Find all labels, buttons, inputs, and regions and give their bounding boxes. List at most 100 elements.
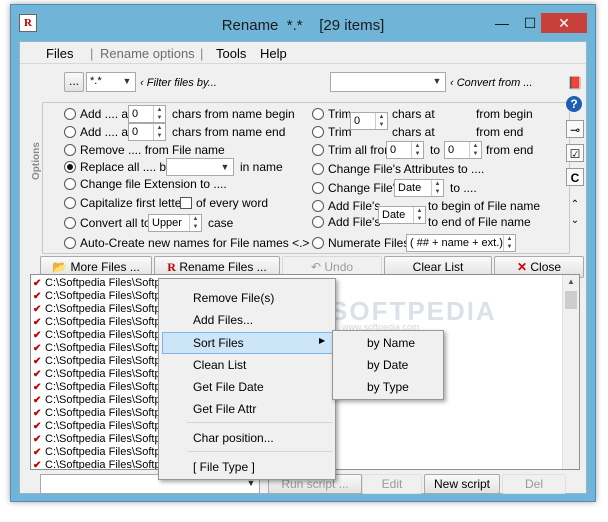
numerate-label: Numerate Files: [328, 236, 410, 250]
help-icon[interactable]: ?: [566, 96, 582, 112]
change-ext-radio[interactable]: [64, 178, 76, 190]
attributes-radio[interactable]: [312, 163, 324, 175]
checkmark-icon: ✔: [33, 421, 42, 432]
spin-arrows-icon[interactable]: ▲ ▼: [153, 106, 165, 122]
menu-rename-options[interactable]: Rename options: [100, 46, 195, 61]
spin-arrows-icon[interactable]: ▲ ▼: [153, 124, 165, 140]
case-spinner[interactable]: Upper ▲ ▼: [148, 214, 202, 232]
spin-arrows-icon[interactable]: ▲ ▼: [469, 142, 481, 158]
menu-help[interactable]: Help: [260, 46, 287, 61]
pin-icon[interactable]: ⊸: [566, 120, 584, 138]
checklist-icon[interactable]: ☑: [566, 144, 584, 162]
add-begin-radio[interactable]: [312, 200, 324, 212]
convert-all-radio[interactable]: [64, 217, 76, 229]
checkmark-icon: ✔: [33, 408, 42, 419]
change-date-value: Date: [398, 182, 422, 194]
replace-radio[interactable]: [64, 161, 76, 173]
book-icon[interactable]: 📕: [566, 74, 584, 92]
scroll-thumb[interactable]: [565, 291, 577, 309]
attributes-label: Change File's Attributes to ....: [328, 162, 485, 176]
c-icon[interactable]: C: [566, 168, 584, 186]
new-script-button[interactable]: New script: [424, 474, 500, 494]
title-bar: R Rename *.* [29 items] — ☐ ✕: [11, 5, 595, 41]
add-end-radio[interactable]: [64, 126, 76, 138]
add-end-spinner[interactable]: 0 ▲ ▼: [128, 123, 166, 141]
chevron-down-icon[interactable]: ▼: [120, 74, 134, 88]
trim-end-label: Trim: [328, 125, 352, 139]
close-label: Close: [530, 260, 562, 274]
chevron-down-icon[interactable]: ▼: [430, 74, 444, 88]
menu-tools[interactable]: Tools: [216, 46, 246, 61]
vertical-scrollbar[interactable]: ▲: [562, 275, 579, 469]
ctx-get-file-attr[interactable]: Get File Attr: [193, 402, 256, 416]
add-end-date-radio[interactable]: [312, 216, 324, 228]
submenu-arrow-icon: ▶: [319, 336, 326, 345]
numerate-radio[interactable]: [312, 237, 324, 249]
ctx-remove-files[interactable]: Remove File(s): [193, 291, 274, 305]
case-value: Upper: [152, 217, 182, 229]
maximize-button[interactable]: ☐: [517, 13, 543, 33]
ctx-clean-list[interactable]: Clean List: [193, 358, 246, 372]
spin-arrows-icon[interactable]: ▲ ▼: [503, 235, 515, 251]
add-start-radio[interactable]: [64, 108, 76, 120]
convert-combo[interactable]: ▼: [330, 72, 446, 92]
add-date-spinner[interactable]: Date ▲ ▼: [378, 206, 426, 224]
ctx-sort-files[interactable]: Sort Files: [193, 336, 244, 350]
checkmark-icon: ✔: [33, 330, 42, 341]
menu-files[interactable]: Files: [46, 46, 73, 61]
add-start-spinner[interactable]: 0 ▲ ▼: [128, 105, 166, 123]
checkmark-icon: ✔: [33, 278, 42, 289]
change-date-spinner[interactable]: Date ▲ ▼: [394, 179, 444, 197]
delete-script-button[interactable]: Del: [502, 474, 566, 494]
menu-separator: |: [200, 46, 204, 61]
trim-begin-suffix: from begin: [476, 107, 533, 121]
close-x-icon: ✕: [516, 260, 528, 274]
sort-by-name[interactable]: by Name: [367, 336, 415, 350]
spin-arrows-icon[interactable]: ▲ ▼: [189, 215, 201, 231]
trim-begin-spinner[interactable]: 0 ▲ ▼: [350, 112, 388, 130]
replace-combo[interactable]: ▼: [166, 158, 234, 176]
close-window-button[interactable]: ✕: [541, 13, 587, 33]
minimize-button[interactable]: —: [489, 13, 515, 33]
trim-begin-value: 0: [354, 115, 361, 127]
spin-arrows-icon[interactable]: ▲ ▼: [411, 142, 423, 158]
more-files-label: More Files ...: [70, 260, 140, 274]
ctx-char-position[interactable]: Char position...: [193, 431, 274, 445]
spin-arrows-icon[interactable]: ▲ ▼: [431, 180, 443, 196]
trim-to-spinner[interactable]: 0 ▲ ▼: [444, 141, 482, 159]
ctx-get-file-date[interactable]: Get File Date: [193, 380, 264, 394]
menu-bar: Files | Rename options | Tools Help: [20, 42, 586, 64]
checkmark-icon: ✔: [33, 304, 42, 315]
trim-from-spinner[interactable]: 0 ▲ ▼: [386, 141, 424, 159]
spin-arrows-icon[interactable]: ▲ ▼: [413, 207, 425, 223]
capitalize-radio[interactable]: [64, 197, 76, 209]
trim-all-radio[interactable]: [312, 144, 324, 156]
edit-script-button[interactable]: Edit: [362, 474, 422, 494]
add-begin-label: Add File's: [328, 199, 381, 213]
file-mask-combo[interactable]: *.* ▼: [86, 72, 136, 92]
chevron-down-icon[interactable]: ▼: [218, 160, 232, 174]
sort-by-date[interactable]: by Date: [367, 358, 408, 372]
ctx-add-files[interactable]: Add Files...: [193, 313, 253, 327]
auto-create-radio[interactable]: [64, 237, 76, 249]
checkmark-icon: ✔: [33, 317, 42, 328]
change-date-radio[interactable]: [312, 182, 324, 194]
scroll-down-icon[interactable]: ⌄: [566, 212, 584, 230]
replace-label: Replace all .... by: [80, 160, 173, 174]
numerate-spinner[interactable]: ( ## + name + ext.) ▲ ▼: [406, 234, 516, 252]
spin-arrows-icon[interactable]: ▲ ▼: [375, 113, 387, 129]
trim-begin-radio[interactable]: [312, 108, 324, 120]
checkmark-icon: ✔: [33, 343, 42, 354]
checkmark-icon: ✔: [33, 369, 42, 380]
add-end-date-suffix: to end of File name: [428, 215, 531, 229]
trim-begin-label: Trim: [328, 107, 352, 121]
convert-all-label: Convert all to: [80, 216, 151, 230]
every-word-checkbox[interactable]: [180, 197, 192, 209]
menu-separator: |: [90, 46, 94, 61]
scroll-up-arrow-icon[interactable]: ▲: [563, 275, 579, 289]
browse-button[interactable]: ...: [64, 72, 84, 92]
sort-by-type[interactable]: by Type: [367, 380, 409, 394]
trim-end-radio[interactable]: [312, 126, 324, 138]
remove-radio[interactable]: [64, 144, 76, 156]
ctx-file-type[interactable]: [ File Type ]: [193, 460, 255, 474]
